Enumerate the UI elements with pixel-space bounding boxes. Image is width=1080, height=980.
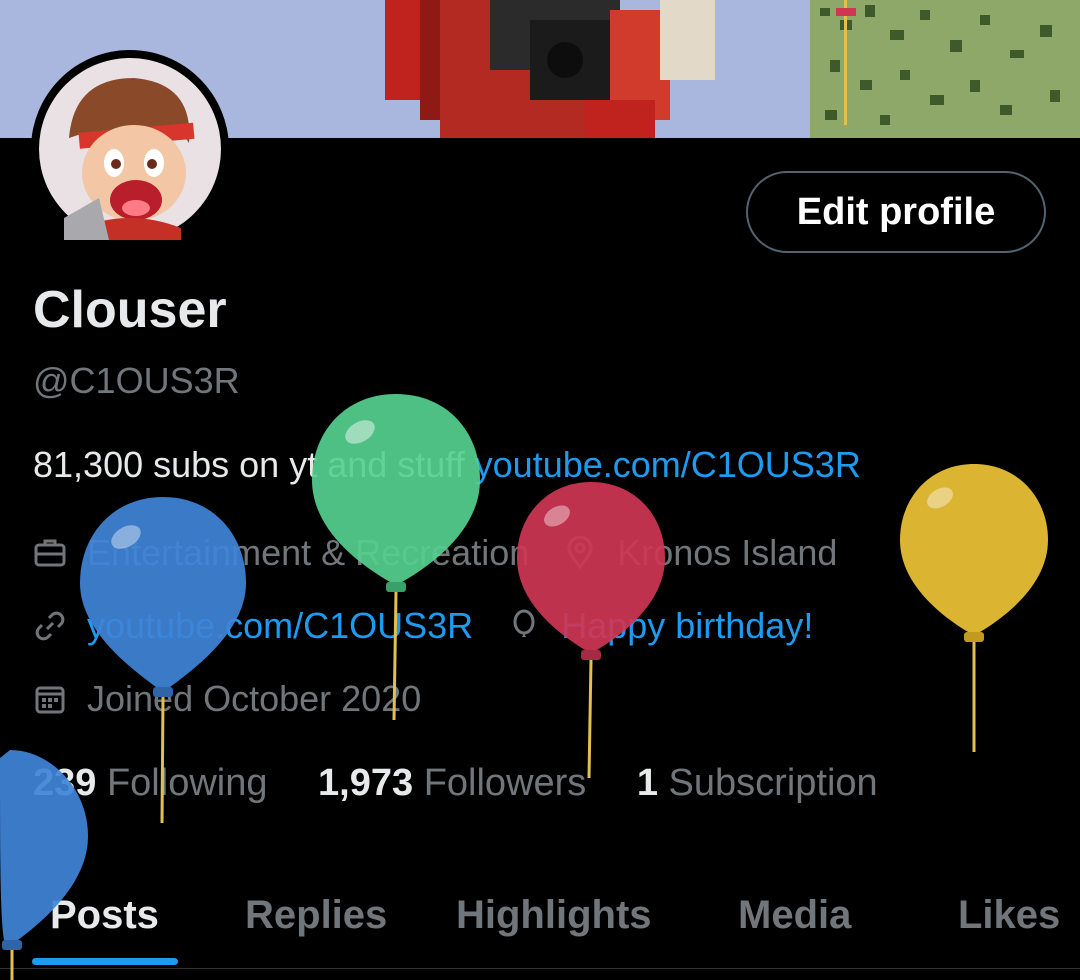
tabs-divider — [0, 968, 1080, 969]
tab-replies[interactable]: Replies — [245, 880, 387, 950]
birthday-balloon-blue-partial — [0, 750, 88, 980]
birthday-balloon-yellow — [900, 464, 1048, 752]
link-icon — [33, 609, 67, 643]
followers-count: 1,973 — [318, 762, 414, 804]
tab-media[interactable]: Media — [738, 880, 851, 950]
subscriptions-label: Subscription — [658, 762, 878, 804]
profile-avatar[interactable] — [31, 50, 229, 248]
banner-foliage-art — [810, 0, 1080, 138]
banner-character-art — [385, 0, 715, 138]
birthday-balloon-blue — [80, 497, 246, 824]
profile-tabs: Posts Replies Highlights Media Likes — [0, 880, 1080, 970]
calendar-icon — [33, 682, 67, 716]
profile-handle: @C1OUS3R — [33, 360, 240, 401]
avatar-illustration — [39, 58, 221, 240]
profile-name: Clouser — [33, 281, 227, 339]
bio-link[interactable]: youtube.com/C1OUS3R — [475, 444, 861, 485]
birthday-balloon-red — [517, 482, 665, 779]
edit-profile-button[interactable]: Edit profile — [746, 171, 1046, 253]
subscriptions-stat[interactable]: 1 Subscription — [637, 762, 878, 805]
briefcase-icon — [33, 536, 67, 570]
tab-highlights[interactable]: Highlights — [456, 880, 652, 950]
tab-likes[interactable]: Likes — [958, 880, 1060, 950]
birthday-balloon-green — [312, 394, 480, 721]
